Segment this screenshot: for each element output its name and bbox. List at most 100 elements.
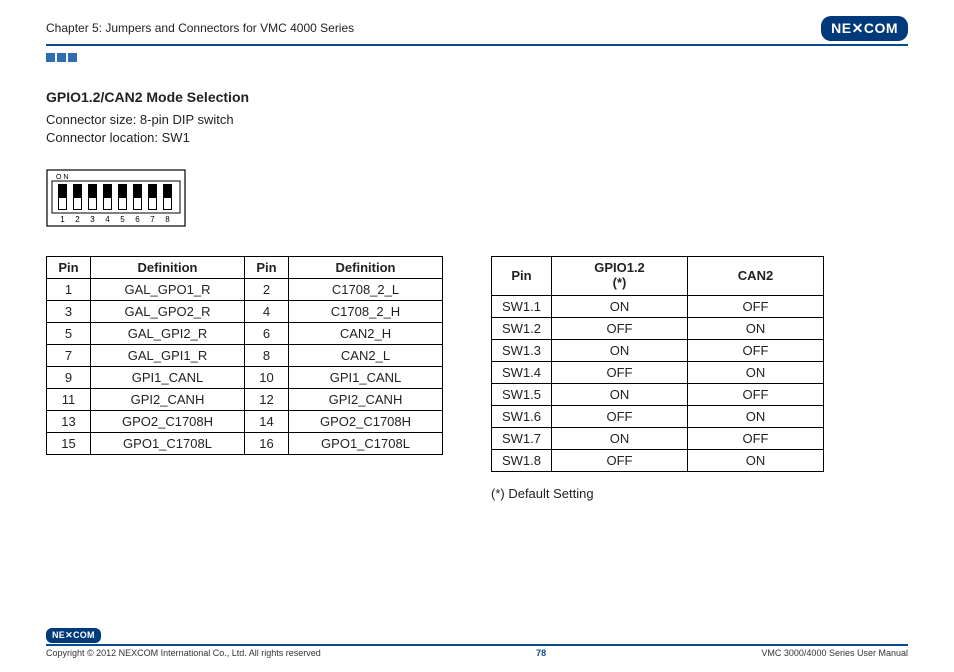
table-cell: GPI2_CANH	[91, 389, 245, 411]
table-header: Definition	[289, 257, 443, 279]
table-cell: 1	[47, 279, 91, 301]
table-row: SW1.5ONOFF	[492, 384, 824, 406]
table-cell: SW1.2	[492, 318, 552, 340]
mode-selection-table: PinGPIO1.2(*)CAN2 SW1.1ONOFFSW1.2OFFONSW…	[491, 256, 824, 472]
table-row: 13GPO2_C1708H14GPO2_C1708H	[47, 411, 443, 433]
table-row: 9GPI1_CANL10GPI1_CANL	[47, 367, 443, 389]
table-cell: SW1.3	[492, 340, 552, 362]
table-cell: 12	[245, 389, 289, 411]
svg-text:2: 2	[75, 215, 80, 224]
table-cell: 5	[47, 323, 91, 345]
table-cell: ON	[688, 318, 824, 340]
table-row: SW1.7ONOFF	[492, 428, 824, 450]
table-row: 5GAL_GPI2_R6CAN2_H	[47, 323, 443, 345]
table-cell: 10	[245, 367, 289, 389]
svg-text:O N: O N	[56, 174, 68, 181]
table-cell: OFF	[688, 428, 824, 450]
table-header: CAN2	[688, 257, 824, 296]
connector-location: Connector location: SW1	[46, 129, 908, 147]
table-cell: ON	[552, 296, 688, 318]
table-cell: CAN2_H	[289, 323, 443, 345]
svg-text:8: 8	[165, 215, 170, 224]
table-cell: 15	[47, 433, 91, 455]
table-cell: SW1.6	[492, 406, 552, 428]
table-header: Pin	[47, 257, 91, 279]
table-row: 15GPO1_C1708L16GPO1_C1708L	[47, 433, 443, 455]
logo-left: NE	[831, 20, 851, 36]
table-row: 11GPI2_CANH12GPI2_CANH	[47, 389, 443, 411]
table-row: SW1.3ONOFF	[492, 340, 824, 362]
table-cell: GPI1_CANL	[289, 367, 443, 389]
table-cell: OFF	[552, 450, 688, 472]
dip-switch-diagram: O N 12345678	[46, 169, 908, 230]
svg-text:6: 6	[135, 215, 140, 224]
table-cell: ON	[552, 384, 688, 406]
table-row: 1GAL_GPO1_R2C1708_2_L	[47, 279, 443, 301]
decorative-squares	[46, 50, 908, 65]
footer-logo-right: COM	[73, 630, 95, 640]
table-cell: OFF	[688, 384, 824, 406]
table-cell: ON	[688, 450, 824, 472]
pin-definition-table: PinDefinitionPinDefinition 1GAL_GPO1_R2C…	[46, 256, 443, 455]
table-row: SW1.2OFFON	[492, 318, 824, 340]
table-cell: OFF	[552, 318, 688, 340]
footer-logo-x-icon: ✕	[65, 630, 73, 640]
table-cell: ON	[688, 362, 824, 384]
footer-rule	[46, 644, 908, 646]
table-header: Pin	[245, 257, 289, 279]
table-row: 7GAL_GPI1_R8CAN2_L	[47, 345, 443, 367]
table-cell: GPI1_CANL	[91, 367, 245, 389]
svg-text:7: 7	[150, 215, 155, 224]
table-cell: GPO1_C1708L	[91, 433, 245, 455]
table-cell: ON	[552, 428, 688, 450]
table-cell: 4	[245, 301, 289, 323]
table-row: SW1.1ONOFF	[492, 296, 824, 318]
table-cell: 6	[245, 323, 289, 345]
svg-text:4: 4	[105, 215, 110, 224]
table-cell: 2	[245, 279, 289, 301]
table-cell: OFF	[552, 362, 688, 384]
table-cell: GPO2_C1708H	[289, 411, 443, 433]
table-cell: SW1.4	[492, 362, 552, 384]
default-setting-note: (*) Default Setting	[491, 486, 824, 501]
table-cell: GAL_GPI1_R	[91, 345, 245, 367]
footer-logo-left: NE	[52, 630, 65, 640]
table-cell: GPO1_C1708L	[289, 433, 443, 455]
table-header: GPIO1.2(*)	[552, 257, 688, 296]
table-header: Definition	[91, 257, 245, 279]
table-cell: 14	[245, 411, 289, 433]
table-header: Pin	[492, 257, 552, 296]
table-cell: GPO2_C1708H	[91, 411, 245, 433]
table-cell: 16	[245, 433, 289, 455]
svg-text:5: 5	[120, 215, 125, 224]
table-cell: SW1.7	[492, 428, 552, 450]
table-cell: 11	[47, 389, 91, 411]
header-rule	[46, 44, 908, 46]
table-cell: 3	[47, 301, 91, 323]
table-row: 3GAL_GPO2_R4C1708_2_H	[47, 301, 443, 323]
footer-logo: NE✕COM	[46, 628, 101, 643]
table-cell: C1708_2_H	[289, 301, 443, 323]
table-cell: OFF	[688, 340, 824, 362]
page-number: 78	[536, 648, 546, 658]
footer-copyright: Copyright © 2012 NEXCOM International Co…	[46, 648, 321, 658]
table-cell: CAN2_L	[289, 345, 443, 367]
table-cell: SW1.1	[492, 296, 552, 318]
table-cell: 7	[47, 345, 91, 367]
table-row: SW1.8OFFON	[492, 450, 824, 472]
table-cell: OFF	[552, 406, 688, 428]
table-cell: C1708_2_L	[289, 279, 443, 301]
table-row: SW1.6OFFON	[492, 406, 824, 428]
table-cell: ON	[552, 340, 688, 362]
table-cell: GAL_GPI2_R	[91, 323, 245, 345]
chapter-title: Chapter 5: Jumpers and Connectors for VM…	[46, 21, 354, 35]
table-cell: SW1.8	[492, 450, 552, 472]
logo-x-icon: ✕	[852, 20, 864, 36]
table-cell: GPI2_CANH	[289, 389, 443, 411]
table-row: SW1.4OFFON	[492, 362, 824, 384]
table-cell: OFF	[688, 296, 824, 318]
connector-size: Connector size: 8-pin DIP switch	[46, 111, 908, 129]
table-cell: GAL_GPO2_R	[91, 301, 245, 323]
table-cell: GAL_GPO1_R	[91, 279, 245, 301]
svg-text:1: 1	[60, 215, 65, 224]
